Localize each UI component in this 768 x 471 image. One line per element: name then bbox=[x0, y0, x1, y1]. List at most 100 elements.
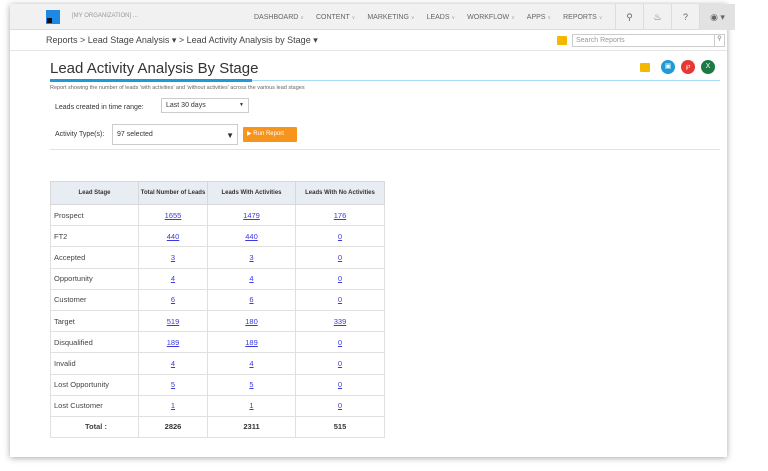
lead-stage-cell: FT2 bbox=[50, 225, 139, 248]
pdf-icon[interactable]: ℘ bbox=[681, 60, 695, 74]
nav-content[interactable]: CONTENT ∨ bbox=[316, 14, 355, 21]
count-cell: 189 bbox=[138, 331, 208, 354]
count-cell: 6 bbox=[138, 288, 208, 311]
run-report-button[interactable]: ▶ Run Report bbox=[243, 127, 297, 142]
count-link[interactable]: 0 bbox=[338, 359, 342, 368]
count-link[interactable]: 189 bbox=[245, 338, 258, 347]
breadcrumb: Reports > Lead Stage Analysis ▾ > Lead A… bbox=[46, 35, 318, 45]
bell-icon[interactable]: ♨ bbox=[643, 4, 671, 30]
column-header: Leads With No Activities bbox=[295, 181, 385, 205]
lead-stage-cell: Accepted bbox=[50, 246, 139, 269]
count-cell: 1479 bbox=[207, 203, 296, 227]
count-cell: 4 bbox=[138, 352, 208, 375]
count-cell: 0 bbox=[295, 394, 385, 417]
count-cell: 5 bbox=[138, 373, 208, 396]
activity-type-select[interactable]: 97 selected ▼ bbox=[112, 124, 238, 145]
count-cell: 0 bbox=[295, 225, 385, 248]
count-link[interactable]: 0 bbox=[338, 253, 342, 262]
count-link[interactable]: 180 bbox=[245, 317, 258, 326]
count-link[interactable]: 176 bbox=[334, 211, 347, 220]
logo[interactable] bbox=[46, 10, 60, 24]
activity-type-label: Activity Type(s): bbox=[55, 131, 105, 138]
count-link[interactable]: 1 bbox=[171, 401, 175, 410]
count-cell: 0 bbox=[295, 246, 385, 269]
count-link[interactable]: 6 bbox=[249, 295, 253, 304]
count-cell: 4 bbox=[207, 267, 296, 290]
count-link[interactable]: 5 bbox=[171, 380, 175, 389]
lead-stage-cell: Lost Opportunity bbox=[50, 373, 139, 396]
count-link[interactable]: 0 bbox=[338, 232, 342, 241]
lead-stage-cell: Lost Customer bbox=[50, 394, 139, 417]
save-report-icon[interactable] bbox=[640, 63, 650, 72]
count-cell: 5 bbox=[207, 373, 296, 396]
count-link[interactable]: 3 bbox=[249, 253, 253, 262]
nav-apps[interactable]: APPS ∨ bbox=[527, 14, 551, 21]
table-row: Customer 6 6 0 bbox=[50, 288, 385, 311]
nav-marketing[interactable]: MARKETING ∨ bbox=[367, 14, 414, 21]
count-cell: 1 bbox=[138, 394, 208, 417]
total-cell: Total : bbox=[50, 415, 139, 439]
count-link[interactable]: 1655 bbox=[165, 211, 182, 220]
count-link[interactable]: 1479 bbox=[243, 211, 260, 220]
count-link[interactable]: 0 bbox=[338, 295, 342, 304]
count-link[interactable]: 4 bbox=[171, 359, 175, 368]
count-link[interactable]: 0 bbox=[338, 380, 342, 389]
org-selector[interactable]: [MY ORGANIZATION] ... bbox=[72, 13, 138, 19]
total-cell: 2311 bbox=[207, 415, 296, 439]
saved-reports-icon[interactable] bbox=[557, 36, 567, 45]
divider bbox=[10, 50, 727, 51]
lead-stage-cell: Disqualified bbox=[50, 331, 139, 354]
count-link[interactable]: 5 bbox=[249, 380, 253, 389]
help-icon[interactable]: ? bbox=[671, 4, 699, 30]
nav-reports[interactable]: REPORTS ∨ bbox=[563, 14, 602, 21]
app-window: [MY ORGANIZATION] ... DASHBOARD ∨ CONTENT… bbox=[10, 4, 735, 457]
count-link[interactable]: 440 bbox=[245, 232, 258, 241]
top-nav: [MY ORGANIZATION] ... DASHBOARD ∨ CONTENT… bbox=[10, 4, 735, 30]
breadcrumb-current[interactable]: Lead Activity Analysis by Stage bbox=[187, 35, 311, 45]
excel-icon[interactable]: X bbox=[701, 60, 715, 74]
report-table: Lead Stage Total Number of Leads Leads W… bbox=[50, 181, 385, 439]
table-row: Target 519 180 339 bbox=[50, 309, 385, 333]
search-icon[interactable]: ⚲ bbox=[714, 35, 724, 46]
count-cell: 189 bbox=[207, 331, 296, 354]
breadcrumb-reports[interactable]: Reports bbox=[46, 35, 78, 45]
divider bbox=[50, 149, 720, 150]
count-link[interactable]: 519 bbox=[167, 317, 180, 326]
count-link[interactable]: 0 bbox=[338, 401, 342, 410]
search-icon[interactable]: ⚲ bbox=[615, 4, 643, 30]
user-avatar-icon[interactable]: ◉ ▾ bbox=[699, 4, 735, 30]
count-cell: 6 bbox=[207, 288, 296, 311]
count-cell: 0 bbox=[295, 352, 385, 375]
count-link[interactable]: 440 bbox=[167, 232, 180, 241]
column-header: Total Number of Leads bbox=[138, 181, 208, 205]
column-header: Lead Stage bbox=[50, 181, 139, 205]
count-link[interactable]: 4 bbox=[249, 274, 253, 283]
time-range-select[interactable]: Last 30 days ▼ bbox=[161, 98, 249, 113]
table-row: Invalid 4 4 0 bbox=[50, 352, 385, 375]
lead-stage-cell: Opportunity bbox=[50, 267, 139, 290]
search-input[interactable]: Search Reports ⚲ bbox=[572, 34, 725, 47]
total-cell: 515 bbox=[295, 415, 385, 439]
count-cell: 0 bbox=[295, 288, 385, 311]
column-header: Leads With Activities bbox=[207, 181, 296, 205]
count-link[interactable]: 0 bbox=[338, 274, 342, 283]
count-cell: 3 bbox=[138, 246, 208, 269]
total-row: Total :2826 2311 515 bbox=[50, 415, 385, 439]
schedule-icon[interactable]: ▣ bbox=[661, 60, 675, 74]
count-link[interactable]: 4 bbox=[249, 359, 253, 368]
breadcrumb-lead-stage-analysis[interactable]: Lead Stage Analysis bbox=[88, 35, 170, 45]
count-link[interactable]: 189 bbox=[167, 338, 180, 347]
count-cell: 519 bbox=[138, 309, 208, 333]
nav-leads[interactable]: LEADS ∨ bbox=[427, 14, 456, 21]
nav-dashboard[interactable]: DASHBOARD ∨ bbox=[254, 14, 304, 21]
count-link[interactable]: 0 bbox=[338, 338, 342, 347]
count-link[interactable]: 4 bbox=[171, 274, 175, 283]
total-cell: 2826 bbox=[138, 415, 208, 439]
count-link[interactable]: 1 bbox=[249, 401, 253, 410]
nav-workflow[interactable]: WORKFLOW ∨ bbox=[467, 14, 515, 21]
count-link[interactable]: 339 bbox=[334, 317, 347, 326]
count-cell: 3 bbox=[207, 246, 296, 269]
count-link[interactable]: 3 bbox=[171, 253, 175, 262]
table-row: Prospect 1655 1479 176 bbox=[50, 203, 385, 227]
count-link[interactable]: 6 bbox=[171, 295, 175, 304]
